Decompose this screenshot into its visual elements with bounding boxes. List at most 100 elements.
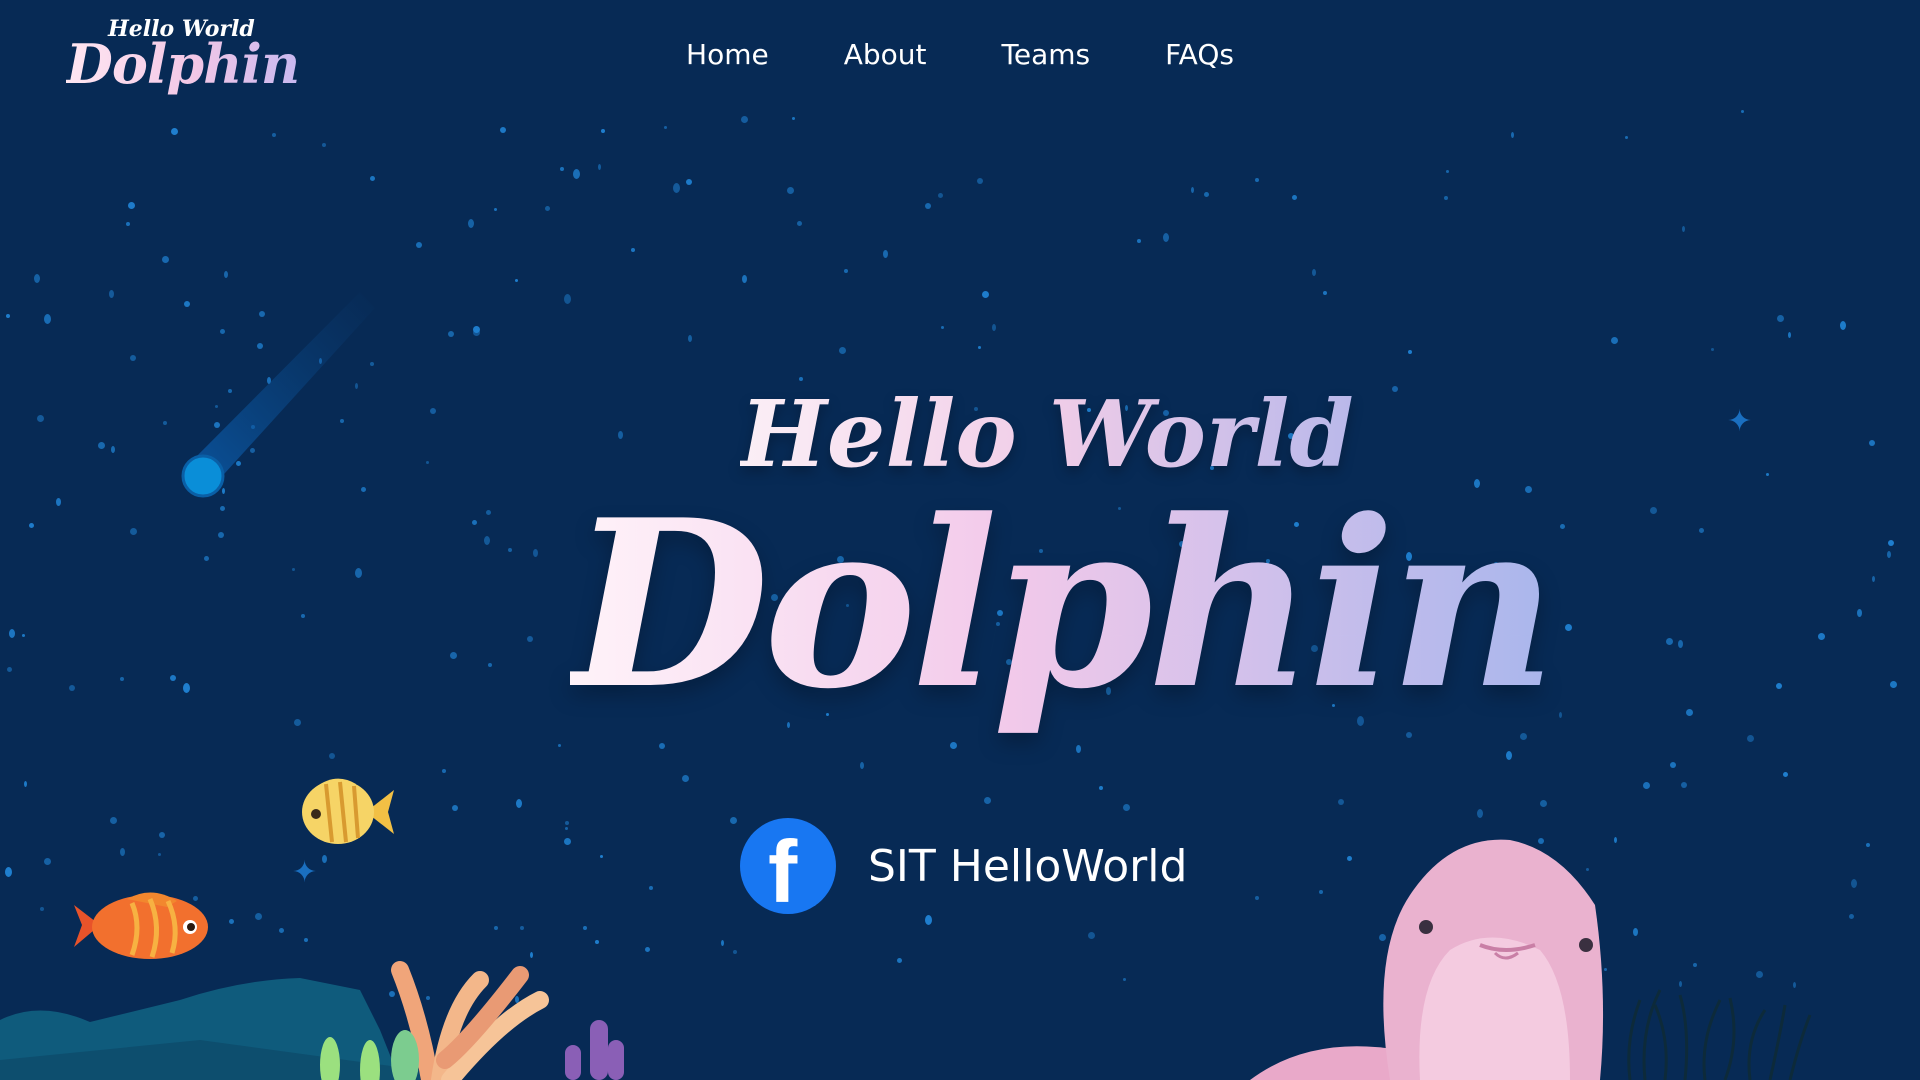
logo-dolphin-text: Dolphin bbox=[66, 32, 300, 96]
star-dot bbox=[839, 347, 846, 354]
star-dot bbox=[442, 769, 446, 773]
sparkle-icon: ✦ bbox=[292, 856, 318, 889]
star-dot bbox=[787, 187, 794, 194]
star-dot bbox=[1565, 624, 1572, 631]
star-dot bbox=[1611, 337, 1618, 344]
star-dot bbox=[111, 446, 115, 453]
star-dot bbox=[69, 685, 75, 691]
star-dot bbox=[255, 913, 262, 920]
star-dot bbox=[183, 683, 190, 693]
star-dot bbox=[792, 117, 795, 120]
star-dot bbox=[473, 326, 480, 333]
star-dot bbox=[37, 415, 44, 422]
seaweed-illustration bbox=[1627, 989, 1812, 1080]
star-dot bbox=[673, 183, 680, 193]
star-dot bbox=[978, 346, 981, 349]
star-dot bbox=[170, 675, 176, 681]
star-dot bbox=[797, 221, 802, 226]
star-dot bbox=[1788, 332, 1791, 338]
star-dot bbox=[883, 250, 888, 258]
star-dot bbox=[1670, 762, 1676, 768]
star-dot bbox=[355, 568, 362, 578]
star-dot bbox=[486, 510, 491, 515]
star-dot bbox=[984, 797, 991, 804]
star-dot bbox=[1818, 633, 1825, 640]
star-dot bbox=[452, 805, 458, 811]
star-dot bbox=[595, 940, 599, 944]
star-dot bbox=[472, 520, 477, 525]
star-dot bbox=[494, 208, 497, 211]
star-dot bbox=[565, 821, 569, 825]
star-dot bbox=[1088, 932, 1095, 939]
star-dot bbox=[322, 855, 327, 863]
star-dot bbox=[1747, 735, 1754, 742]
star-dot bbox=[1633, 928, 1638, 936]
star-dot bbox=[329, 753, 335, 759]
star-dot bbox=[583, 926, 587, 930]
star-dot bbox=[1678, 640, 1683, 648]
nav-teams[interactable]: Teams bbox=[1002, 38, 1091, 71]
hero-logo: Hello World Dolphin bbox=[500, 380, 1557, 780]
star-dot bbox=[292, 568, 295, 571]
site-logo[interactable]: Hello World Dolphin bbox=[56, 14, 300, 108]
star-dot bbox=[9, 629, 15, 638]
star-dot bbox=[515, 279, 518, 282]
star-dot bbox=[600, 855, 603, 858]
star-dot bbox=[1292, 195, 1297, 200]
star-dot bbox=[109, 290, 114, 298]
star-dot bbox=[733, 950, 737, 954]
star-dot bbox=[938, 193, 943, 198]
star-dot bbox=[1872, 576, 1875, 582]
star-dot bbox=[601, 129, 605, 133]
star-dot bbox=[29, 523, 34, 528]
star-dot bbox=[494, 926, 498, 930]
star-dot bbox=[664, 126, 667, 129]
star-dot bbox=[1123, 978, 1126, 981]
star-dot bbox=[1686, 709, 1693, 716]
star-dot bbox=[1693, 963, 1697, 967]
star-dot bbox=[484, 536, 490, 545]
star-dot bbox=[1643, 782, 1650, 789]
star-dot bbox=[322, 143, 326, 147]
star-dot bbox=[301, 614, 305, 618]
star-dot bbox=[977, 178, 983, 184]
star-dot bbox=[1777, 315, 1784, 322]
star-dot bbox=[1323, 291, 1327, 295]
star-dot bbox=[1857, 609, 1862, 617]
star-dot bbox=[925, 915, 932, 925]
star-dot bbox=[163, 421, 167, 425]
star-dot bbox=[120, 848, 125, 856]
facebook-link[interactable]: f SIT HelloWorld bbox=[740, 818, 1187, 914]
nav-faqs[interactable]: FAQs bbox=[1165, 38, 1234, 71]
star-dot bbox=[448, 331, 454, 337]
star-dot bbox=[1890, 681, 1897, 688]
sparkle-icon: ✦ bbox=[1727, 405, 1753, 438]
star-dot bbox=[1099, 786, 1103, 790]
star-dot bbox=[741, 116, 748, 123]
star-dot bbox=[159, 832, 165, 838]
star-dot bbox=[120, 677, 124, 681]
star-dot bbox=[1123, 804, 1130, 811]
nav-about[interactable]: About bbox=[844, 38, 927, 71]
star-dot bbox=[44, 314, 51, 324]
star-dot bbox=[1888, 540, 1894, 546]
star-dot bbox=[1851, 879, 1857, 888]
star-dot bbox=[1681, 782, 1687, 788]
star-dot bbox=[1408, 350, 1412, 354]
yellow-fish-illustration bbox=[302, 778, 394, 844]
nav-home[interactable]: Home bbox=[686, 38, 769, 71]
star-dot bbox=[24, 781, 27, 787]
facebook-icon: f bbox=[740, 818, 836, 914]
star-dot bbox=[1163, 233, 1169, 242]
facebook-label: SIT HelloWorld bbox=[868, 840, 1188, 892]
star-dot bbox=[844, 269, 848, 273]
hero-dolphin-text: Dolphin bbox=[570, 470, 1557, 740]
star-dot bbox=[98, 442, 105, 449]
star-dot bbox=[941, 326, 944, 329]
star-dot bbox=[1444, 196, 1448, 200]
star-dot bbox=[430, 408, 436, 414]
star-dot bbox=[1338, 799, 1344, 805]
star-dot bbox=[56, 498, 61, 506]
star-dot bbox=[22, 634, 25, 637]
star-dot bbox=[1682, 226, 1685, 232]
